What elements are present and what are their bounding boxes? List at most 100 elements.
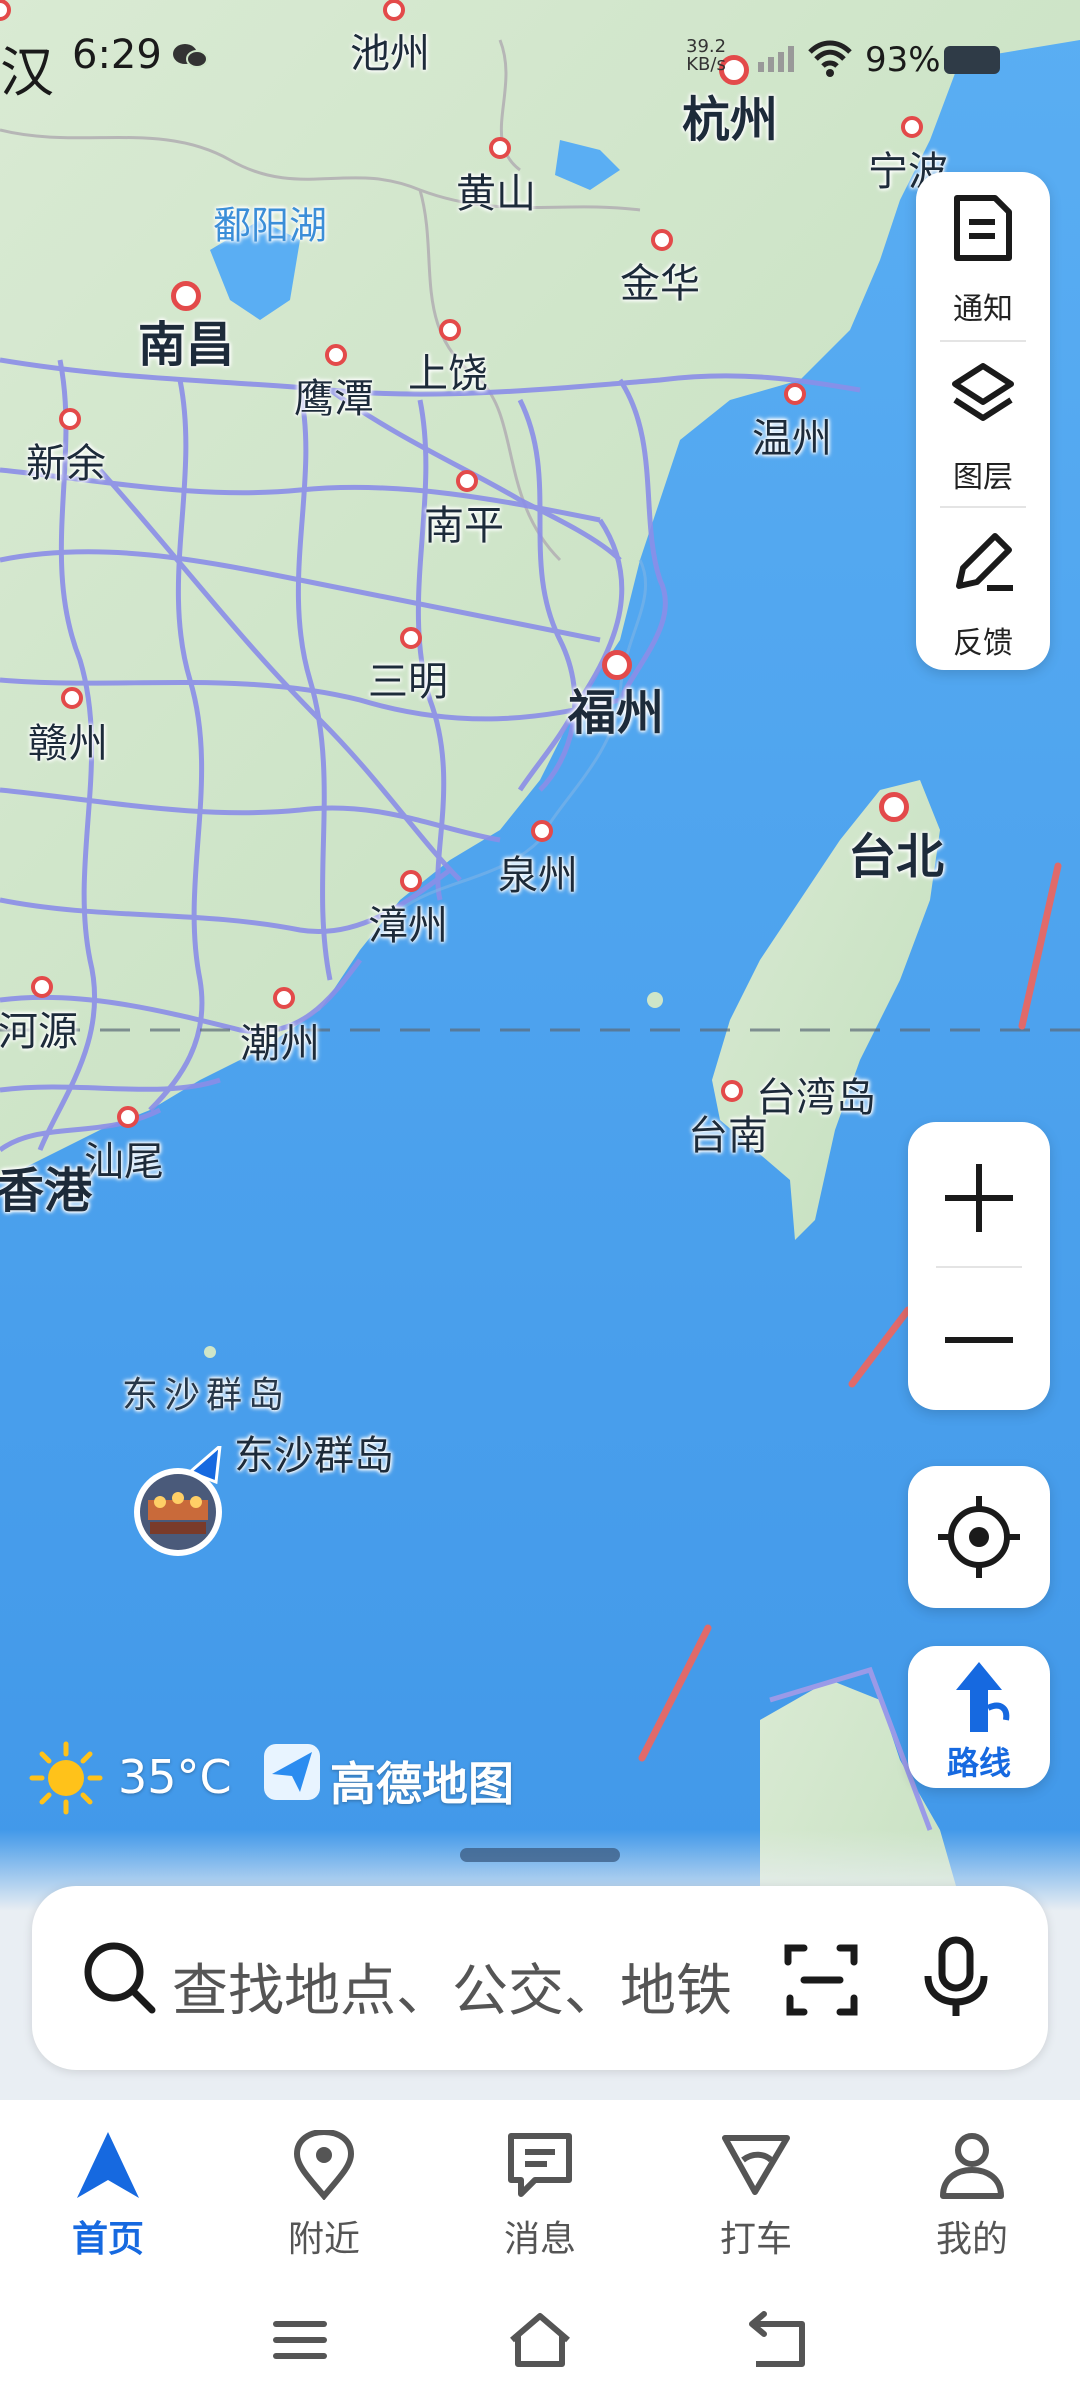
sun-icon (29, 1741, 103, 1815)
taxi-icon (722, 2135, 790, 2195)
route-arrow-icon (956, 1662, 1010, 1732)
city-label: 黄山 (456, 171, 536, 217)
net-speed-unit: KB/s (686, 54, 726, 75)
city-label: 漳州 (368, 903, 448, 949)
system-navigation-bar (0, 2270, 1080, 2408)
city-label: 新余 (26, 441, 106, 487)
search-input[interactable]: 查找地点、公交、地铁 (172, 1946, 732, 2027)
city-label: 河源 (0, 1009, 78, 1055)
nav-nearby[interactable]: 附近 (216, 2100, 432, 2270)
city-dot (273, 987, 295, 1009)
nav-taxi[interactable]: 打车 (648, 2100, 864, 2270)
my-location-button[interactable] (908, 1466, 1050, 1608)
city-label: 三明 (368, 659, 448, 705)
city-label: 温州 (752, 416, 832, 462)
location-pin-icon (134, 1446, 222, 1556)
message-icon (508, 2133, 572, 2197)
city-label: 鹰潭 (294, 376, 374, 422)
notice-label: 通知 (953, 292, 1013, 327)
city-dot (531, 820, 553, 842)
route-label: 路线 (946, 1744, 1011, 1782)
minus-icon (945, 1337, 1013, 1343)
partial-city-label: 汉 (0, 41, 54, 104)
city-dot (901, 116, 923, 138)
route-button[interactable]: 路线 (908, 1646, 1050, 1788)
battery-percent: 93% (865, 40, 941, 80)
signal-icon (758, 46, 794, 72)
zoom-control (908, 1122, 1050, 1410)
feedback-button[interactable]: 反馈 (916, 506, 1050, 666)
feedback-pencil-icon (956, 533, 1013, 591)
city-label: 台湾岛 (756, 1075, 876, 1121)
city-dot (61, 687, 83, 709)
brand-logo: 高德地图 (264, 1744, 514, 1811)
location-marker[interactable] (132, 1446, 228, 1566)
menu-icon[interactable] (270, 2310, 330, 2370)
map-tools-panel: 通知 图层 反馈 (916, 172, 1050, 670)
city-label: 南昌 (137, 317, 235, 373)
navigation-arrow-icon (77, 2132, 139, 2198)
zoom-in-button[interactable] (908, 1122, 1050, 1266)
city-label: 赣州 (28, 721, 108, 767)
layers-button[interactable]: 图层 (916, 340, 1050, 500)
notice-icon (954, 195, 1012, 261)
city-label: 鄱阳湖 (212, 203, 328, 248)
city-dot (117, 1106, 139, 1128)
nav-taxi-label: 打车 (719, 2219, 792, 2260)
city-label: 台北 (847, 829, 945, 885)
user-icon (940, 2133, 1004, 2199)
bottom-navigation: 首页 附近 消息 打车 我的 (0, 2100, 1080, 2270)
zoom-out-button[interactable] (908, 1266, 1050, 1410)
city-dot (31, 976, 53, 998)
nav-messages-label: 消息 (503, 2219, 576, 2260)
search-icon (84, 1942, 156, 2014)
city-dot (489, 137, 511, 159)
nav-home-label: 首页 (71, 2219, 144, 2260)
city-label: 汕尾 (84, 1139, 164, 1185)
nav-mine[interactable]: 我的 (864, 2100, 1080, 2270)
back-icon[interactable] (746, 2310, 810, 2370)
poi-label: 东沙群岛 (234, 1433, 394, 1479)
city-label: 泉州 (498, 853, 578, 899)
nav-home[interactable]: 首页 (0, 2100, 216, 2270)
home-icon[interactable] (506, 2310, 574, 2370)
city-dot (784, 383, 806, 405)
nav-mine-label: 我的 (935, 2219, 1008, 2260)
search-bar[interactable]: 查找地点、公交、地铁 (32, 1886, 1048, 2070)
feedback-label: 反馈 (953, 626, 1013, 661)
status-bar: 汉 6:29 39.2 KB/s 93% (0, 0, 1080, 110)
sheet-drag-handle[interactable] (460, 1848, 620, 1862)
city-label: 南平 (424, 503, 504, 549)
brand-name: 高德地图 (330, 1757, 514, 1811)
city-dot (456, 470, 478, 492)
wifi-icon (808, 40, 852, 77)
city-label: 福州 (567, 685, 665, 741)
plus-icon (945, 1164, 1013, 1232)
sea-label: 东沙群岛 (121, 1375, 291, 1416)
amap-logo-icon (264, 1744, 320, 1800)
city-dot (400, 627, 422, 649)
city-label: 金华 (620, 261, 700, 307)
nav-nearby-label: 附近 (287, 2219, 360, 2260)
nav-messages[interactable]: 消息 (432, 2100, 648, 2270)
city-label: 上饶 (408, 351, 488, 397)
clock: 6:29 (72, 32, 162, 78)
weather-widget[interactable]: 35°C (28, 1740, 232, 1815)
city-dot (651, 229, 673, 251)
city-label: 香港 (0, 1163, 93, 1219)
city-label: 潮州 (240, 1021, 320, 1067)
wechat-icon (173, 44, 208, 68)
battery-icon (944, 46, 1000, 74)
location-pin-outline-icon (293, 2130, 355, 2200)
notice-button[interactable]: 通知 (916, 172, 1050, 332)
temperature: 35°C (118, 1750, 232, 1804)
city-label: 台南 (688, 1113, 768, 1159)
city-dot (721, 1080, 743, 1102)
net-speed: 39.2 KB/s (686, 38, 726, 74)
layers-label: 图层 (953, 460, 1013, 495)
city-dot (400, 870, 422, 892)
microphone-icon[interactable] (916, 1936, 996, 2020)
crosshair-icon (938, 1496, 1020, 1578)
city-dot (439, 319, 461, 341)
scan-icon[interactable] (782, 1940, 862, 2020)
